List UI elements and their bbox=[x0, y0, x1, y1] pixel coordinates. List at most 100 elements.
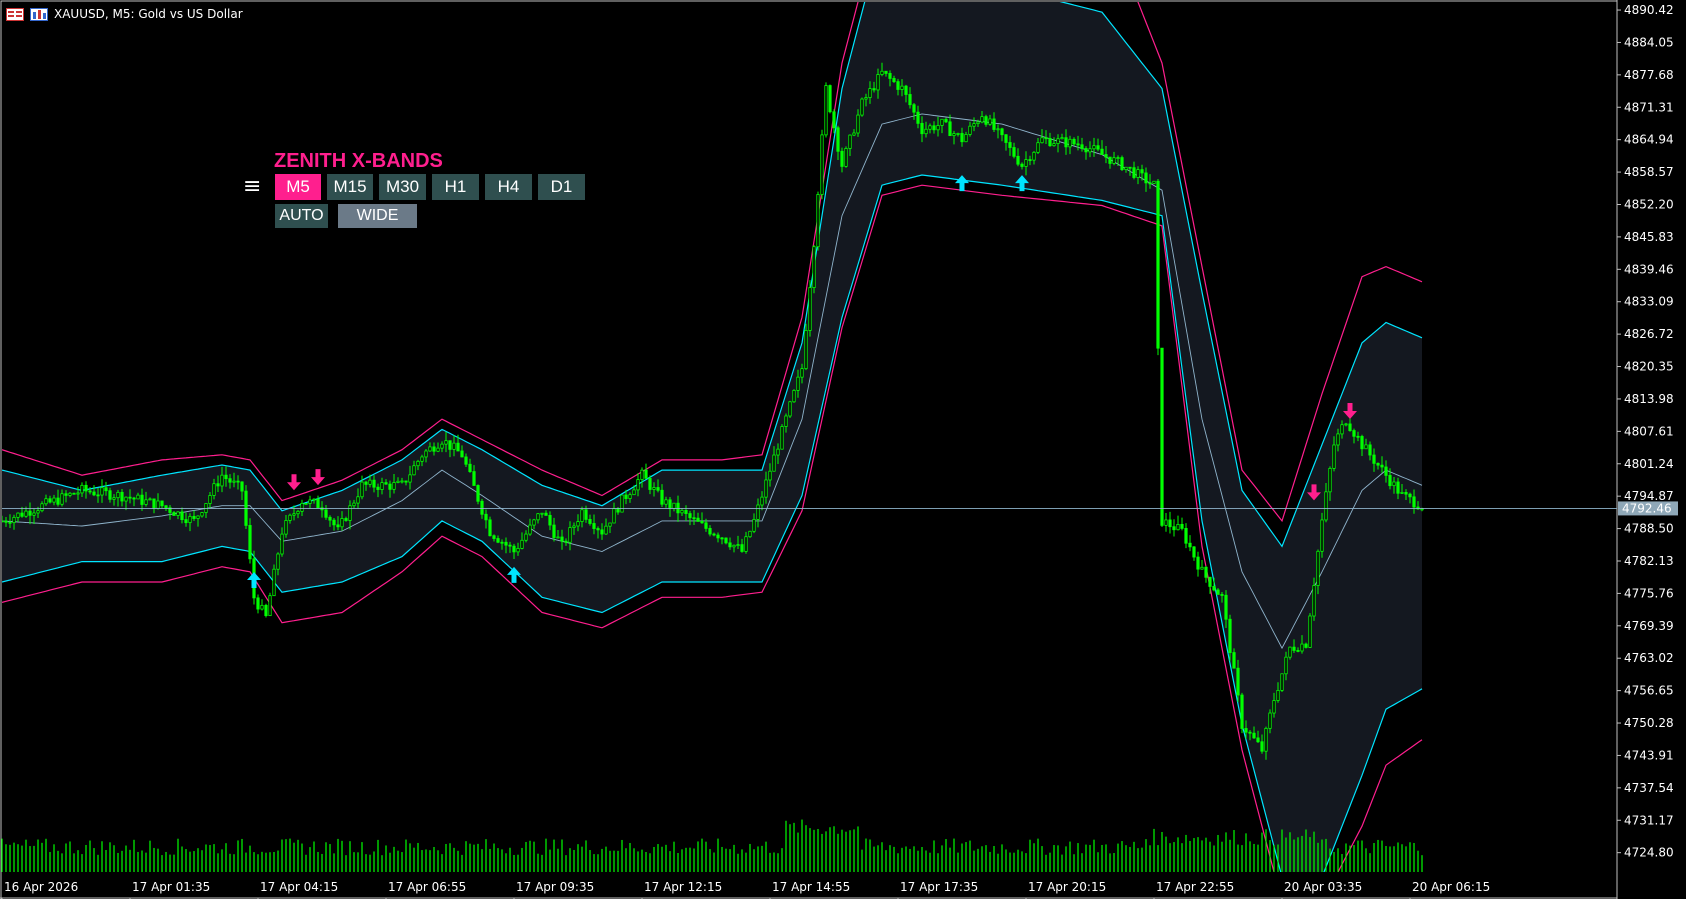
sell-signal-arrow bbox=[287, 474, 301, 491]
candle-body bbox=[520, 539, 524, 549]
price-tick-label: 4782.13 bbox=[1624, 554, 1674, 568]
tf-button-h4[interactable]: H4 bbox=[485, 174, 532, 200]
candle-body bbox=[108, 490, 112, 500]
candle-body bbox=[908, 94, 912, 106]
candle-body bbox=[560, 536, 564, 542]
candle-body bbox=[112, 497, 116, 500]
candle-body bbox=[224, 474, 228, 480]
candle-body bbox=[512, 545, 516, 553]
candle-body bbox=[204, 503, 208, 513]
candle-body bbox=[32, 512, 36, 516]
candle-body bbox=[640, 469, 644, 480]
tf-button-h1[interactable]: H1 bbox=[432, 174, 479, 200]
candle-body bbox=[316, 498, 320, 509]
candle-body bbox=[1176, 523, 1180, 531]
candle-body bbox=[1120, 157, 1124, 171]
candle-body bbox=[708, 528, 712, 535]
candle-body bbox=[412, 465, 416, 476]
candle-body bbox=[1228, 618, 1232, 653]
candle-body bbox=[1136, 169, 1140, 178]
time-tick-label: 17 Apr 17:35 bbox=[900, 880, 978, 894]
candle-body bbox=[1372, 454, 1376, 464]
candle-body bbox=[816, 194, 820, 248]
auto-button[interactable]: AUTO bbox=[275, 204, 328, 228]
candle-body bbox=[1012, 147, 1016, 157]
candle-body bbox=[956, 133, 960, 135]
candle-body bbox=[1272, 700, 1276, 714]
candle-body bbox=[960, 133, 964, 143]
candle-body bbox=[1232, 652, 1236, 669]
candle-body bbox=[164, 505, 168, 509]
candle-body bbox=[376, 486, 380, 490]
candle-body bbox=[1308, 615, 1312, 648]
candle-body bbox=[1032, 151, 1036, 161]
candle-body bbox=[1172, 526, 1176, 531]
candle-body bbox=[44, 498, 48, 505]
candle-body bbox=[1348, 423, 1352, 431]
candle-body bbox=[912, 104, 916, 113]
candle-body bbox=[800, 368, 804, 378]
candle-body bbox=[432, 446, 436, 452]
time-axis-labels: 16 Apr 2026 17 Apr 01:35 17 Apr 04:15 17 Ap… bbox=[1, 880, 1490, 899]
price-tick-label: 4737.54 bbox=[1624, 781, 1674, 795]
tf-button-m30[interactable]: M30 bbox=[379, 174, 426, 200]
candle-body bbox=[476, 485, 480, 502]
candle-body bbox=[1084, 148, 1088, 153]
candle-body bbox=[636, 479, 640, 491]
price-tick-label: 4731.17 bbox=[1624, 813, 1674, 827]
candle-body bbox=[968, 125, 972, 135]
candle-body bbox=[1064, 137, 1068, 148]
candle-body bbox=[1376, 462, 1380, 466]
tf-button-m5[interactable]: M5 bbox=[275, 174, 321, 200]
candle-body bbox=[732, 544, 736, 548]
candle-body bbox=[72, 492, 76, 495]
price-chart[interactable]: 4890.42 4884.05 4877.68 4871.31 4864.94 4858.… bbox=[0, 0, 1686, 899]
candle-body bbox=[288, 514, 292, 521]
candle-body bbox=[180, 511, 184, 520]
candle-body bbox=[160, 500, 164, 507]
candle-body bbox=[760, 496, 764, 506]
price-tick-label: 4775.76 bbox=[1624, 586, 1674, 600]
price-tick-label: 4833.09 bbox=[1624, 295, 1674, 309]
candle-body bbox=[1352, 430, 1356, 437]
candle-body bbox=[1236, 667, 1240, 696]
candle-body bbox=[696, 517, 700, 522]
candle-body bbox=[424, 450, 428, 458]
candle-body bbox=[488, 519, 492, 537]
candle-body bbox=[656, 487, 660, 491]
candle-body bbox=[920, 122, 924, 135]
candle-body bbox=[684, 510, 688, 514]
candle-body bbox=[868, 88, 872, 98]
tf-button-m15[interactable]: M15 bbox=[327, 174, 373, 200]
candle-body bbox=[568, 527, 572, 543]
candle-body bbox=[1216, 589, 1220, 595]
hamburger-menu-icon[interactable]: ≡ bbox=[243, 176, 261, 198]
candle-body bbox=[120, 491, 124, 502]
candle-body bbox=[620, 494, 624, 513]
candle-body bbox=[1296, 650, 1300, 652]
candle-body bbox=[236, 480, 240, 483]
candle-body bbox=[1368, 444, 1372, 456]
candle-body bbox=[712, 533, 716, 536]
candle-body bbox=[292, 513, 296, 516]
candle-body bbox=[1328, 467, 1332, 493]
candle-body bbox=[468, 463, 472, 472]
price-tick-label: 4864.94 bbox=[1624, 133, 1674, 147]
candle-body bbox=[328, 516, 332, 521]
candle-body bbox=[836, 127, 840, 152]
price-tick-label: 4877.68 bbox=[1624, 68, 1674, 82]
wide-button[interactable]: WIDE bbox=[338, 204, 417, 228]
candle-body bbox=[132, 497, 136, 500]
tf-button-d1[interactable]: D1 bbox=[538, 174, 585, 200]
candle-body bbox=[1420, 508, 1424, 511]
candle-body bbox=[812, 246, 816, 289]
candle-body bbox=[212, 483, 216, 496]
candle-body bbox=[840, 150, 844, 167]
candle-body bbox=[172, 512, 176, 516]
candle-body bbox=[608, 522, 612, 527]
candle-body bbox=[580, 509, 584, 522]
candle-body bbox=[576, 521, 580, 527]
candle-body bbox=[752, 519, 756, 532]
candle-body bbox=[1048, 138, 1052, 147]
candle-body bbox=[980, 116, 984, 123]
